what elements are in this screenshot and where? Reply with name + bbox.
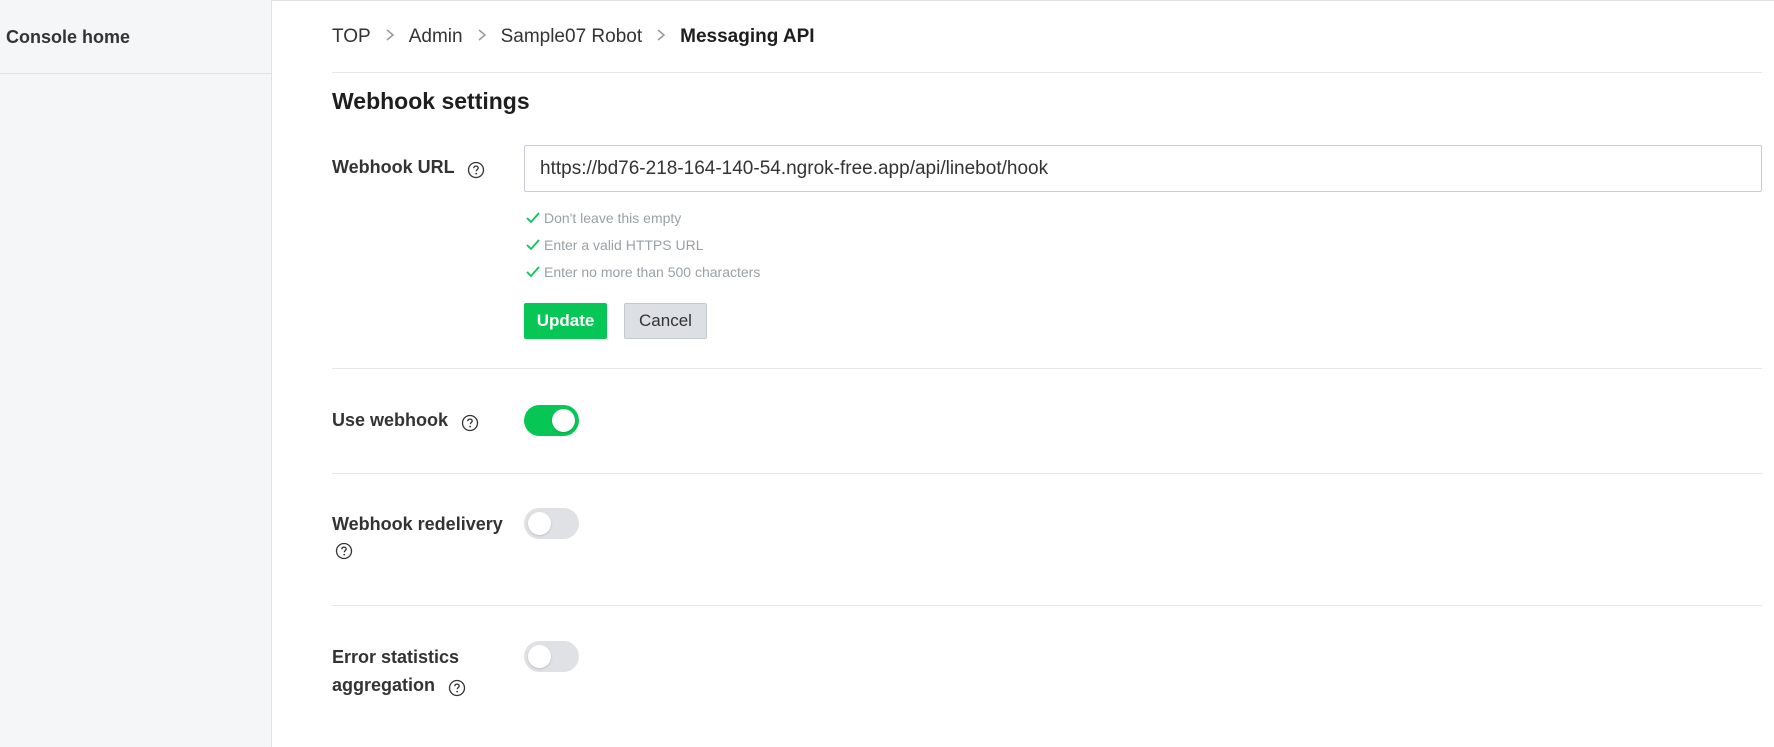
divider bbox=[332, 368, 1762, 369]
webhook-url-label: Webhook URL bbox=[332, 157, 455, 177]
breadcrumb-item-channel[interactable]: Sample07 Robot bbox=[501, 26, 643, 48]
breadcrumb-item-admin[interactable]: Admin bbox=[409, 26, 463, 48]
check-icon bbox=[526, 212, 540, 224]
divider bbox=[332, 473, 1762, 474]
breadcrumb-item-top[interactable]: TOP bbox=[332, 26, 371, 48]
error-statistics-label-line1-row: Error statistics bbox=[332, 643, 459, 671]
cancel-button[interactable]: Cancel bbox=[624, 303, 707, 339]
webhook-url-label-row: Webhook URL bbox=[332, 153, 485, 181]
check-icon bbox=[526, 239, 540, 251]
sidebar-item-console-home[interactable]: Console home bbox=[0, 1, 271, 74]
error-statistics-toggle[interactable] bbox=[524, 641, 579, 672]
error-statistics-label-line1: Error statistics bbox=[332, 647, 460, 667]
help-circle-icon[interactable] bbox=[335, 542, 353, 560]
sidebar: Console home bbox=[0, 0, 272, 747]
use-webhook-label: Use webhook bbox=[332, 410, 449, 430]
breadcrumb: TOP Admin Sample07 Robot Messaging API bbox=[332, 24, 815, 50]
divider bbox=[332, 605, 1762, 606]
chevron-right-icon bbox=[385, 28, 395, 46]
sidebar-item-label: Console home bbox=[6, 26, 131, 47]
validation-text: Enter a valid HTTPS URL bbox=[544, 237, 704, 253]
use-webhook-toggle[interactable] bbox=[524, 405, 579, 436]
webhook-redelivery-label: Webhook redelivery bbox=[332, 514, 503, 534]
update-button[interactable]: Update bbox=[524, 303, 607, 339]
toggle-knob bbox=[552, 409, 575, 432]
webhook-redelivery-toggle[interactable] bbox=[524, 508, 579, 539]
validation-https: Enter a valid HTTPS URL bbox=[526, 237, 704, 253]
webhook-url-input[interactable] bbox=[524, 145, 1762, 192]
divider bbox=[332, 72, 1762, 73]
chevron-right-icon bbox=[477, 28, 487, 46]
error-statistics-label-line2-row: aggregation bbox=[332, 671, 466, 699]
validation-text: Enter no more than 500 characters bbox=[544, 264, 761, 280]
toggle-knob bbox=[528, 512, 551, 535]
error-statistics-label-line2: aggregation bbox=[332, 675, 436, 695]
help-circle-icon[interactable] bbox=[448, 677, 466, 697]
use-webhook-label-row: Use webhook bbox=[332, 406, 479, 434]
main-content: TOP Admin Sample07 Robot Messaging API W… bbox=[332, 0, 1762, 747]
chevron-right-icon bbox=[656, 28, 666, 46]
validation-not-empty: Don't leave this empty bbox=[526, 210, 681, 226]
validation-max-length: Enter no more than 500 characters bbox=[526, 264, 760, 280]
page-title: Webhook settings bbox=[332, 88, 530, 114]
webhook-redelivery-label-row: Webhook redelivery bbox=[332, 510, 503, 538]
validation-text: Don't leave this empty bbox=[544, 210, 682, 226]
toggle-knob bbox=[528, 645, 551, 668]
check-icon bbox=[526, 266, 540, 278]
help-circle-icon[interactable] bbox=[467, 159, 485, 179]
breadcrumb-current: Messaging API bbox=[680, 26, 815, 47]
help-circle-icon[interactable] bbox=[461, 412, 479, 432]
